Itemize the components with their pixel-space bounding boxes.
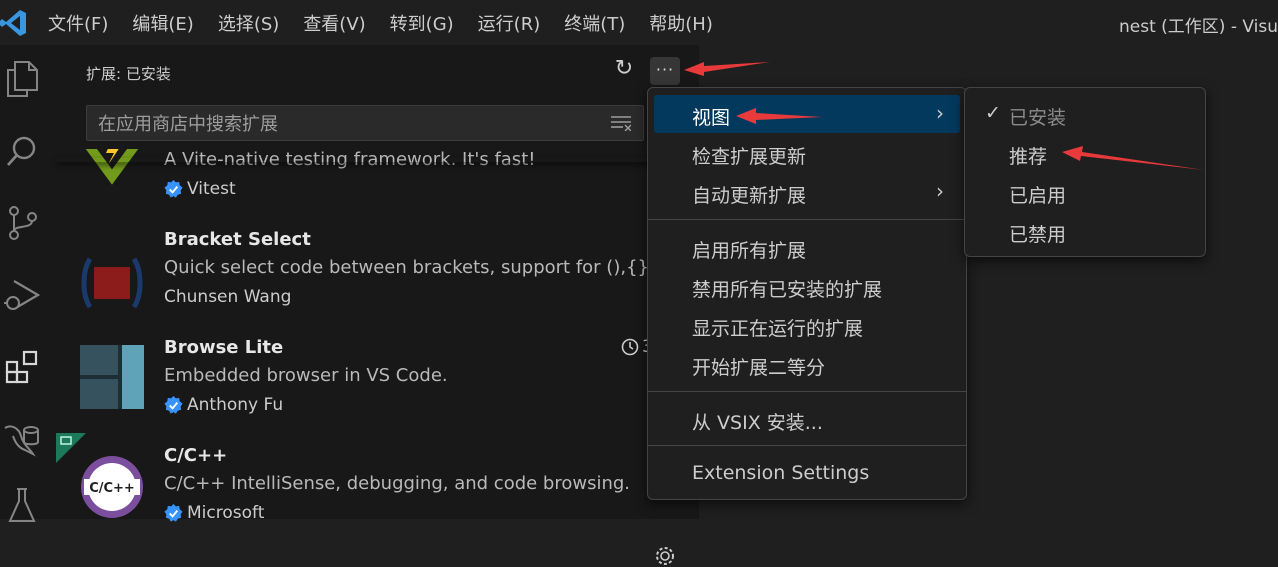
menu-terminal[interactable]: 终端(T) [564, 10, 625, 36]
search-icon[interactable] [0, 129, 44, 173]
extension-description: Quick select code between brackets, supp… [164, 257, 689, 278]
extension-publisher: Chunsen Wang [164, 287, 292, 307]
menu-item-disable-all[interactable]: 禁用所有已安装的扩展 [654, 267, 960, 305]
browse-lite-logo-icon [80, 345, 144, 409]
extension-description: C/C++ IntelliSense, debugging, and code … [164, 473, 631, 494]
scroll-shadow [56, 158, 699, 162]
verified-badge-icon [164, 179, 183, 198]
menu-separator [648, 445, 966, 446]
source-control-icon[interactable] [0, 201, 44, 245]
menu-separator [648, 391, 966, 392]
menu-item-show-running[interactable]: 显示正在运行的扩展 [654, 306, 960, 344]
run-debug-icon[interactable] [0, 273, 44, 317]
menu-edit[interactable]: 编辑(E) [132, 10, 193, 36]
sidebar-title: 扩展: 已安装 [86, 65, 171, 83]
cpp-logo-icon: C/C++ [81, 456, 143, 518]
explorer-icon[interactable] [0, 57, 44, 101]
bracket-select-logo-icon [81, 257, 143, 309]
cpp-logo-text: C/C++ [89, 481, 135, 496]
chevron-right-icon: › [936, 101, 944, 125]
submenu-item-installed[interactable]: ✓ 已安装 [971, 95, 1199, 133]
verified-badge-icon [164, 503, 183, 522]
extension-publisher: Vitest [164, 179, 236, 199]
extension-name: Bracket Select [164, 229, 311, 250]
submenu-item-disabled[interactable]: 已禁用 [971, 212, 1199, 250]
menu-run[interactable]: 运行(R) [478, 10, 541, 36]
title-bar: 文件(F) 编辑(E) 选择(S) 查看(V) 转到(G) 运行(R) 终端(T… [0, 0, 1278, 45]
extension-item-bracket-select[interactable]: Bracket Select Quick select code between… [56, 229, 699, 337]
activity-bar [0, 45, 57, 522]
more-actions-button[interactable]: ··· [650, 57, 680, 85]
extension-search-box[interactable] [86, 105, 644, 141]
history-icon [621, 338, 639, 356]
menu-go[interactable]: 转到(G) [390, 10, 454, 36]
menu-item-install-vsix[interactable]: 从 VSIX 安装... [654, 400, 960, 438]
refresh-icon[interactable]: ↻ [612, 57, 636, 81]
check-icon: ✓ [985, 102, 1001, 124]
verified-badge-icon [164, 395, 183, 414]
extensions-sidebar: 扩展: 已安装 ↻ ··· A Vite-native testing fram… [56, 45, 699, 565]
filter-icon[interactable] [611, 115, 631, 131]
extension-item-browse-lite[interactable]: Browse Lite Embedded browser in VS Code.… [56, 337, 699, 445]
extension-name: C/C++ [164, 445, 228, 466]
vitest-logo-icon [85, 149, 139, 185]
database-icon[interactable] [0, 417, 44, 461]
search-input[interactable] [96, 112, 600, 136]
view-submenu: ✓ 已安装 推荐 已启用 已禁用 [964, 87, 1206, 257]
menu-help[interactable]: 帮助(H) [649, 10, 713, 36]
extensions-icon[interactable] [0, 345, 44, 389]
menu-item-bisect[interactable]: 开始扩展二等分 [654, 345, 960, 383]
extension-publisher: Microsoft [164, 503, 264, 523]
menu-selection[interactable]: 选择(S) [218, 10, 279, 36]
submenu-item-recommended[interactable]: 推荐 [971, 134, 1199, 172]
submenu-item-enabled[interactable]: 已启用 [971, 173, 1199, 211]
vscode-logo-icon [0, 10, 26, 36]
window-title: nest (工作区) - Visu [1119, 17, 1278, 37]
menu-view[interactable]: 查看(V) [303, 10, 365, 36]
manage-gear-icon[interactable] [654, 545, 676, 567]
more-actions-menu: 视图 › 检查扩展更新 自动更新扩展 › 启用所有扩展 禁用所有已安装的扩展 显… [647, 87, 967, 500]
menu-separator [648, 219, 966, 220]
menu-item-extension-settings[interactable]: Extension Settings [654, 454, 960, 492]
extension-name: Browse Lite [164, 337, 284, 358]
testing-icon[interactable] [0, 483, 44, 527]
extension-item-cpp[interactable]: C/C++ C/C++ C/C++ IntelliSense, debuggin… [56, 433, 699, 565]
menu-file[interactable]: 文件(F) [48, 10, 108, 36]
menu-item-view[interactable]: 视图 › [654, 95, 960, 133]
menu-item-auto-update[interactable]: 自动更新扩展 › [654, 173, 960, 211]
extension-description: Embedded browser in VS Code. [164, 365, 448, 386]
menu-bar: 文件(F) 编辑(E) 选择(S) 查看(V) 转到(G) 运行(R) 终端(T… [48, 0, 737, 45]
menu-item-enable-all[interactable]: 启用所有扩展 [654, 228, 960, 266]
extension-publisher: Anthony Fu [164, 395, 283, 415]
menu-item-check-updates[interactable]: 检查扩展更新 [654, 134, 960, 172]
chevron-right-icon: › [936, 179, 944, 203]
